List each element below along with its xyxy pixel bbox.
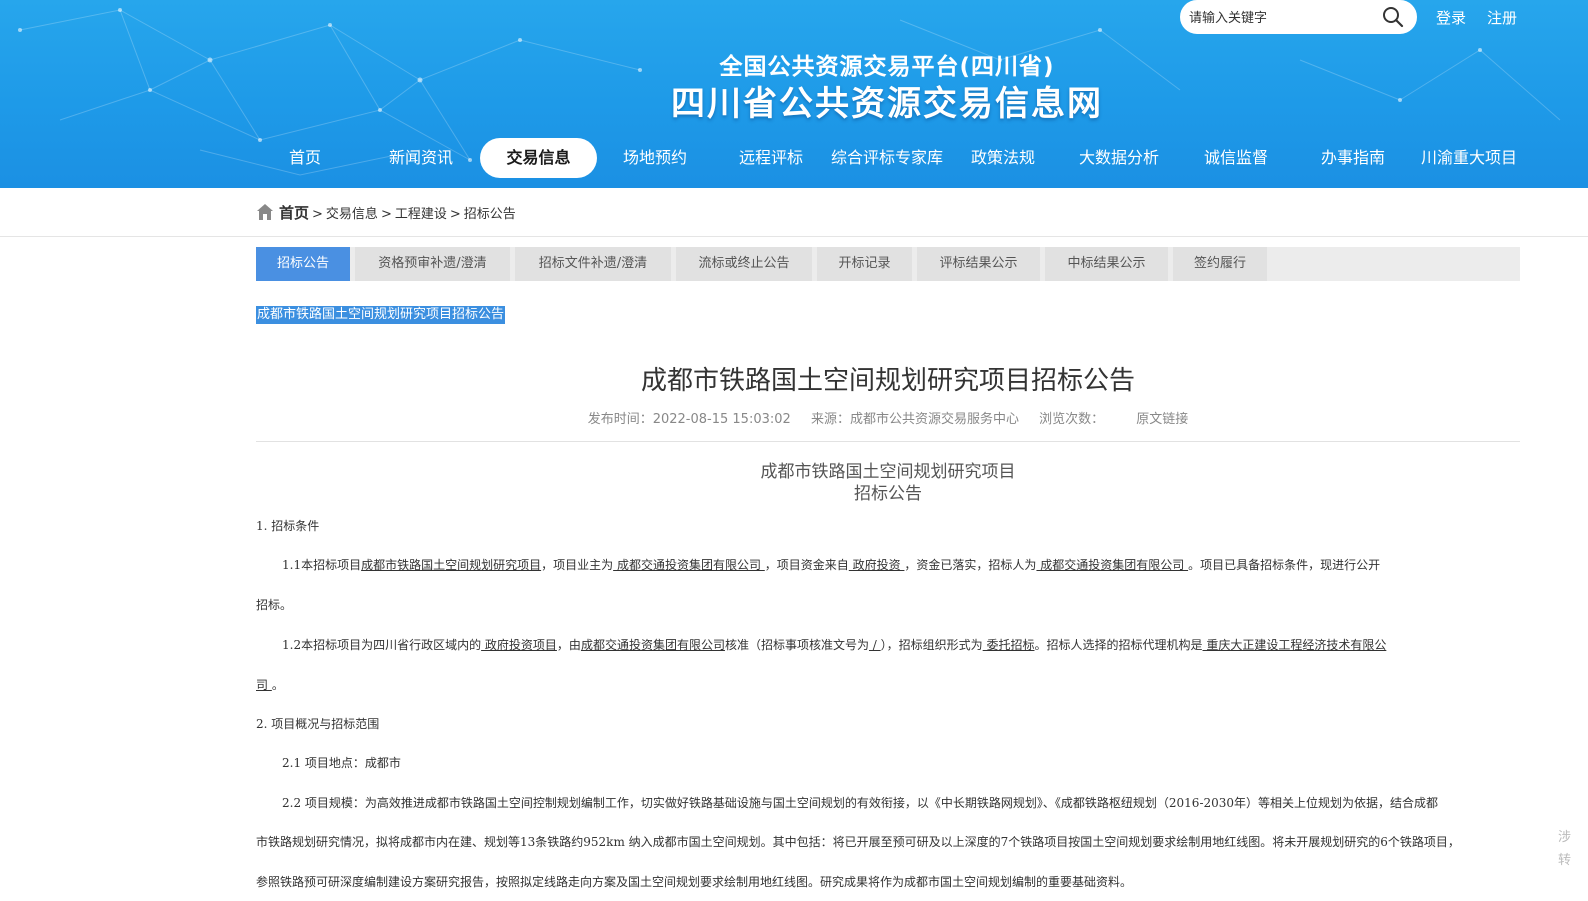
paragraph-1-1-cont: 招标。: [256, 598, 293, 612]
search-box[interactable]: [1180, 0, 1417, 34]
breadcrumb-trade-info[interactable]: 交易信息: [326, 207, 378, 222]
floating-edge-text[interactable]: 转: [1558, 849, 1571, 868]
nav-item-trade-info[interactable]: 交易信息: [480, 138, 597, 178]
site-header: 登录 注册 全国公共资源交易平台(四川省) 四川省公共资源交易信息网 首页 新闻…: [0, 0, 1588, 188]
search-input[interactable]: [1189, 7, 1369, 29]
tab-prequal-addendum[interactable]: 资格预审补遗/澄清: [355, 247, 510, 281]
tab-tender-notice[interactable]: 招标公告: [256, 247, 350, 281]
nav-item-big-data[interactable]: 大数据分析: [1061, 138, 1177, 178]
paragraph-2-2-line-2: 市铁路规划研究情况，拟将成都市内在建、规划等13条铁路约952km 纳入成都市国…: [256, 835, 1460, 849]
paragraph-1-2: 1.2本招标项目为四川省行政区域内的 政府投资项目，由成都交通投资集团有限公司核…: [282, 638, 1387, 652]
section-heading-1: 1. 招标条件: [256, 519, 320, 533]
nav-item-policy[interactable]: 政策法规: [945, 138, 1061, 178]
breadcrumb-home[interactable]: 首页: [279, 204, 309, 222]
breadcrumb-sep: >: [312, 207, 323, 222]
paragraph-2-2-line-3: 参照铁路预可研深度编制建设方案研究报告，按照拟定线路走向方案及国土空间规划要求绘…: [256, 875, 1133, 889]
section-heading-2: 2. 项目概况与招标范围: [256, 717, 380, 731]
tab-bid-opening-record[interactable]: 开标记录: [817, 247, 912, 281]
view-count: 浏览次数：: [1039, 412, 1105, 427]
source: 来源：成都市公共资源交易服务中心: [810, 412, 1019, 427]
nav-item-venue-booking[interactable]: 场地预约: [597, 138, 713, 178]
nav-item-credit[interactable]: 诚信监督: [1177, 138, 1295, 178]
category-tabs: 招标公告 资格预审补遗/澄清 招标文件补遗/澄清 流标或终止公告 开标记录 评标…: [256, 247, 1520, 281]
document-title-line-2: 招标公告: [854, 484, 922, 504]
floating-edge-text[interactable]: 涉: [1558, 826, 1571, 845]
nav-item-remote-bid-eval[interactable]: 远程评标: [713, 138, 829, 178]
nav-item-expert-pool[interactable]: 综合评标专家库: [829, 138, 945, 178]
paragraph-1-1: 1.1本招标项目成都市铁路国土空间规划研究项目，项目业主为 成都交通投资集团有限…: [282, 558, 1381, 572]
document-title: 成都市铁路国土空间规划研究项目 招标公告: [256, 461, 1520, 505]
article-meta: 发布时间：2022-08-15 15:03:02 来源：成都市公共资源交易服务中…: [256, 408, 1520, 427]
tab-eval-result[interactable]: 评标结果公示: [917, 247, 1040, 281]
tab-contract-performance[interactable]: 签约履行: [1173, 247, 1267, 281]
breadcrumb-tender-notice[interactable]: 招标公告: [464, 207, 516, 222]
breadcrumb-sep: >: [380, 207, 392, 222]
paragraph-2-2-line-1: 2.2 项目规模：为高效推进成都市铁路国土空间控制规划编制工作，切实做好铁路基础…: [282, 796, 1439, 810]
original-link[interactable]: 原文链接: [1136, 412, 1188, 427]
search-icon[interactable]: [1382, 6, 1404, 28]
breadcrumb-engineering[interactable]: 工程建设: [395, 207, 447, 222]
tab-award-result[interactable]: 中标结果公示: [1045, 247, 1168, 281]
article-title: 成都市铁路国土空间规划研究项目招标公告: [640, 366, 1135, 396]
divider: [256, 441, 1520, 442]
login-link[interactable]: 登录: [1436, 7, 1466, 28]
paragraph-2-1: 2.1 项目地点：成都市: [282, 756, 401, 770]
selected-notice-title[interactable]: 成都市铁路国土空间规划研究项目招标公告: [256, 306, 506, 324]
site-title: 四川省公共资源交易信息网: [671, 84, 1103, 124]
publish-time: 发布时间：2022-08-15 15:03:02: [587, 412, 791, 427]
register-link[interactable]: 注册: [1487, 7, 1517, 28]
nav-item-guide[interactable]: 办事指南: [1295, 138, 1411, 178]
home-icon: [257, 204, 273, 220]
tab-tender-doc-addendum[interactable]: 招标文件补遗/澄清: [515, 247, 671, 281]
breadcrumb: 首页 > 交易信息 > 工程建设 > 招标公告: [256, 202, 516, 223]
nav-item-news[interactable]: 新闻资讯: [363, 138, 479, 178]
breadcrumb-sep: >: [449, 207, 461, 222]
document-title-line-1: 成都市铁路国土空间规划研究项目: [760, 462, 1016, 482]
nav-item-major-projects[interactable]: 川渝重大项目: [1411, 138, 1527, 178]
nav-item-home[interactable]: 首页: [247, 138, 363, 178]
tab-failed-terminated[interactable]: 流标或终止公告: [676, 247, 812, 281]
paragraph-1-2-cont: 司 。: [256, 678, 284, 692]
breadcrumb-bar: 首页 > 交易信息 > 工程建设 > 招标公告: [0, 188, 1588, 237]
